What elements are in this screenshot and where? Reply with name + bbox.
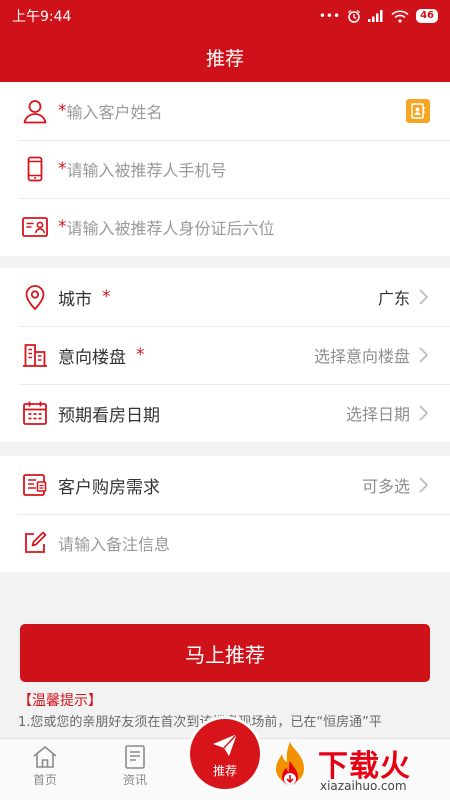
home-icon bbox=[33, 745, 57, 768]
tab-recommend-label: 推荐 bbox=[212, 763, 237, 778]
tips-title: 【温馨提示】 bbox=[18, 693, 102, 709]
title-bar: 推荐 bbox=[0, 32, 450, 82]
tab-home-label: 首页 bbox=[32, 773, 57, 787]
client-info-section: * 输入客户姓名 * 请输入被推荐人手机号 * 请输入被推荐人身份证后六位 bbox=[0, 82, 450, 256]
id-input[interactable]: 请输入被推荐人身份证后六位 bbox=[67, 215, 275, 239]
location-pin-icon bbox=[20, 282, 50, 312]
property-row[interactable]: 意向楼盘 * 选择意向楼盘 bbox=[0, 326, 450, 384]
tab-home[interactable]: 首页 bbox=[20, 743, 70, 788]
building-icon bbox=[20, 340, 50, 370]
chevron-right-icon bbox=[418, 476, 432, 494]
demand-section: 客户购房需求 可多选 请输入备注信息 bbox=[0, 456, 450, 572]
person-icon bbox=[20, 96, 50, 126]
news-icon bbox=[125, 745, 145, 769]
phone-input[interactable]: 请输入被推荐人手机号 bbox=[67, 157, 227, 181]
required-mark: * bbox=[58, 101, 67, 121]
demand-label: 客户购房需求 bbox=[58, 477, 160, 498]
more-dots-icon: ••• bbox=[318, 9, 341, 23]
city-row[interactable]: 城市 * 广东 bbox=[0, 268, 450, 326]
property-select[interactable]: 选择意向楼盘 bbox=[314, 343, 410, 367]
phone-row[interactable]: * 请输入被推荐人手机号 bbox=[0, 140, 450, 198]
tab-recommend-button[interactable]: 推荐 bbox=[190, 719, 260, 789]
required-mark: * bbox=[58, 159, 67, 179]
contact-book-icon[interactable] bbox=[406, 99, 430, 123]
name-row[interactable]: * 输入客户姓名 bbox=[0, 82, 450, 140]
remark-row[interactable]: 请输入备注信息 bbox=[0, 514, 450, 572]
city-value[interactable]: 广东 bbox=[378, 285, 410, 309]
chevron-right-icon bbox=[418, 346, 432, 364]
demand-row[interactable]: 客户购房需求 可多选 bbox=[0, 456, 450, 514]
demand-select[interactable]: 可多选 bbox=[362, 473, 410, 497]
watermark-logo: 下载火 xiazaihuo.com bbox=[262, 737, 450, 800]
required-mark: * bbox=[58, 217, 67, 237]
paper-plane-icon bbox=[213, 733, 238, 756]
tab-news-label: 资讯 bbox=[122, 773, 147, 787]
chevron-right-icon bbox=[418, 288, 432, 306]
city-label: 城市 bbox=[58, 289, 92, 310]
battery-badge: 46 bbox=[416, 9, 438, 23]
date-select[interactable]: 选择日期 bbox=[346, 401, 410, 425]
id-row[interactable]: * 请输入被推荐人身份证后六位 bbox=[0, 198, 450, 256]
wifi-icon bbox=[391, 10, 409, 23]
property-section: 城市 * 广东 意向楼盘 * 选择意向楼盘 预期看房日期 选择日期 bbox=[0, 268, 450, 442]
alarm-icon bbox=[348, 9, 360, 23]
form-list-icon bbox=[20, 470, 50, 500]
page-title: 推荐 bbox=[205, 47, 244, 70]
required-mark: * bbox=[136, 345, 145, 365]
status-bar: 上午9:44 ••• 46 bbox=[0, 0, 450, 32]
status-time: 上午9:44 bbox=[12, 9, 72, 25]
date-label: 预期看房日期 bbox=[58, 405, 160, 426]
calendar-icon bbox=[20, 398, 50, 428]
required-mark: * bbox=[102, 287, 111, 307]
edit-icon bbox=[20, 528, 50, 558]
property-label: 意向楼盘 bbox=[58, 347, 126, 368]
name-input[interactable]: 输入客户姓名 bbox=[67, 99, 163, 123]
recommend-submit-button[interactable]: 马上推荐 bbox=[20, 624, 430, 682]
signal-icon bbox=[368, 10, 383, 22]
remark-input[interactable]: 请输入备注信息 bbox=[58, 531, 170, 555]
phone-icon bbox=[20, 154, 50, 184]
id-card-icon bbox=[20, 212, 50, 242]
submit-label: 马上推荐 bbox=[185, 642, 265, 667]
date-row[interactable]: 预期看房日期 选择日期 bbox=[0, 384, 450, 442]
flame-logo-icon bbox=[276, 742, 304, 785]
chevron-right-icon bbox=[418, 404, 432, 422]
system-icons: ••• 46 bbox=[319, 9, 438, 23]
watermark-url: xiazaihuo.com bbox=[320, 779, 407, 793]
tab-news[interactable]: 资讯 bbox=[110, 743, 160, 788]
